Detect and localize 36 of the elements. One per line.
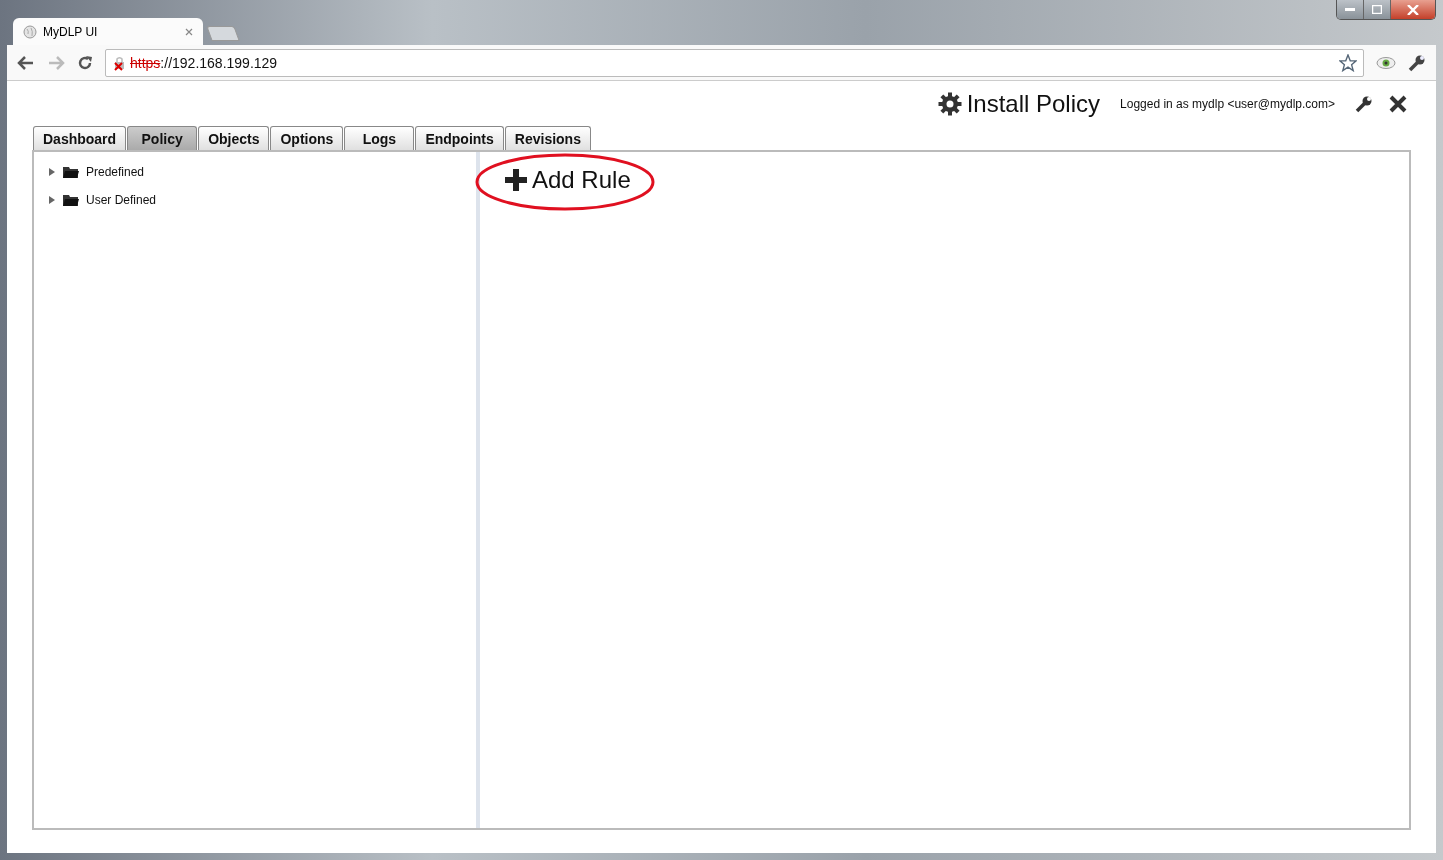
- nav-tab[interactable]: Policy: [127, 126, 198, 150]
- nav-tab[interactable]: Options: [270, 126, 344, 150]
- nav-tab[interactable]: Objects: [198, 126, 270, 150]
- wrench-icon[interactable]: [1355, 94, 1373, 113]
- folder-icon: [63, 165, 79, 179]
- folder-icon: [63, 193, 79, 207]
- maximize-button[interactable]: [1364, 0, 1391, 19]
- star-icon[interactable]: [1339, 53, 1357, 72]
- login-status: Logged in as mydlp <user@mydlp.com>: [1120, 96, 1335, 111]
- close-icon: [1407, 4, 1419, 15]
- expander-icon[interactable]: [48, 168, 56, 176]
- back-icon[interactable]: [17, 54, 35, 71]
- nav-tab[interactable]: Endpoints: [415, 126, 504, 150]
- close-tab-icon[interactable]: [185, 27, 193, 36]
- gear-icon: [937, 91, 962, 116]
- minimize-icon: [1345, 7, 1355, 12]
- browser-tab[interactable]: MyDLP UI: [13, 18, 203, 45]
- globe-icon: [23, 24, 37, 39]
- close-window-button[interactable]: [1391, 0, 1435, 19]
- wrench-icon[interactable]: [1408, 53, 1426, 72]
- install-policy-button[interactable]: Install Policy: [937, 89, 1101, 118]
- expander-icon[interactable]: [48, 196, 56, 204]
- plus-icon: [504, 168, 528, 192]
- reload-icon[interactable]: [77, 54, 93, 71]
- tree-item[interactable]: User Defined: [48, 186, 462, 214]
- nav-tab[interactable]: Logs: [344, 126, 415, 150]
- maximize-icon: [1372, 5, 1382, 14]
- nav-tab[interactable]: Dashboard: [33, 126, 127, 150]
- tab-title: MyDLP UI: [43, 24, 99, 39]
- minimize-button[interactable]: [1337, 0, 1364, 19]
- close-icon[interactable]: [1389, 94, 1407, 113]
- nav-tab[interactable]: Revisions: [504, 126, 591, 150]
- tree-item[interactable]: Predefined: [48, 158, 462, 186]
- url-text: https://192.168.199.129: [130, 54, 279, 71]
- eye-icon[interactable]: [1376, 55, 1396, 70]
- address-field[interactable]: https://192.168.199.129: [105, 48, 1364, 77]
